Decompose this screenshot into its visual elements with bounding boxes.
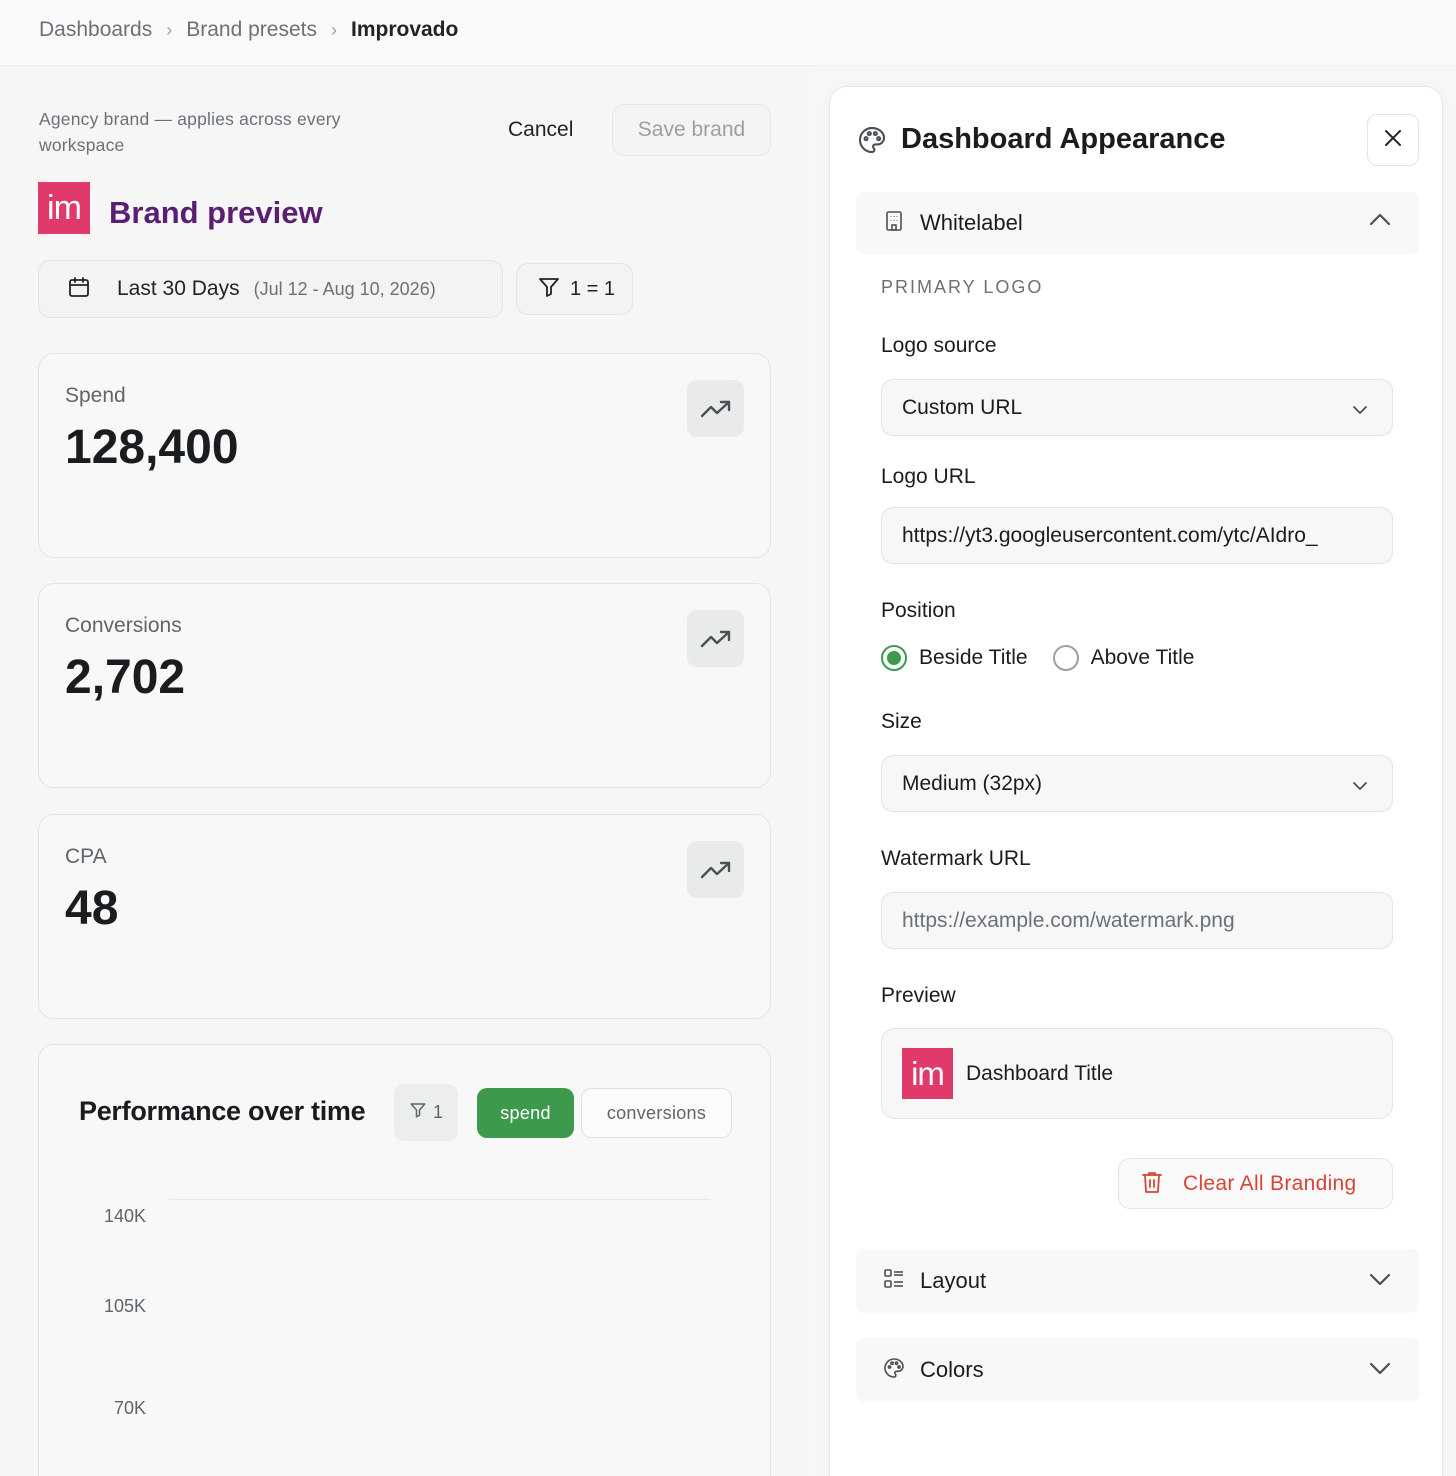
chart-filter-count: 1 [432, 1102, 443, 1122]
kpi-value: 48 [65, 882, 119, 935]
palette-icon [856, 124, 888, 161]
section-colors-label: Colors [920, 1357, 984, 1382]
trend-up-icon[interactable] [687, 841, 744, 898]
breadcrumb-current: Improvado [350, 18, 459, 41]
chart-gridline [169, 1199, 710, 1200]
primary-logo-heading: PRIMARY LOGO [881, 277, 1044, 297]
clear-all-branding-label: Clear All Branding [1183, 1171, 1357, 1195]
close-button[interactable] [1367, 114, 1419, 166]
section-layout-label: Layout [920, 1268, 987, 1293]
chevron-up-icon [1369, 212, 1391, 231]
y-tick-label: 140K [103, 1206, 146, 1226]
section-layout-header[interactable]: Layout [856, 1249, 1419, 1313]
calendar-icon [67, 275, 91, 304]
trend-up-icon[interactable] [687, 610, 744, 667]
breadcrumb: Dashboards › Brand presets › Improvado [39, 18, 458, 42]
kpi-label: Conversions [65, 614, 182, 637]
performance-chart-card: Performance over time 1 spend conversion… [38, 1044, 771, 1476]
chevron-right-icon: › [166, 19, 173, 40]
filter-label: 1 = 1 [570, 277, 616, 300]
size-select[interactable]: Medium (32px) [881, 755, 1393, 812]
kpi-label: Spend [65, 384, 126, 407]
trash-icon [1141, 1170, 1163, 1197]
logo-source-select[interactable]: Custom URL [881, 379, 1393, 436]
kpi-value: 128,400 [65, 421, 239, 474]
logo-source-value: Custom URL [902, 395, 1023, 419]
trend-up-icon[interactable] [687, 380, 744, 437]
chevron-down-icon [1352, 776, 1368, 800]
logo-source-label: Logo source [881, 334, 997, 357]
filter-icon [409, 1101, 427, 1124]
breadcrumb-brand-presets[interactable]: Brand presets [186, 18, 317, 42]
close-icon [1384, 129, 1402, 152]
palette-icon [882, 1356, 906, 1385]
breadcrumb-dashboards[interactable]: Dashboards [39, 18, 152, 42]
radio-above-title[interactable] [1052, 645, 1079, 671]
kpi-label: CPA [65, 845, 107, 868]
brand-editor: Agency brand — applies across every work… [0, 66, 810, 1476]
panel-title: Dashboard Appearance [901, 123, 1226, 155]
brand-title: Brand preview [109, 195, 323, 230]
series-toggle-spend[interactable]: spend [477, 1088, 574, 1138]
section-whitelabel-label: Whitelabel [920, 210, 1023, 235]
appearance-panel: Dashboard Appearance Whitelabel PRIMARY … [829, 86, 1443, 1476]
y-tick-label: 70K [113, 1398, 146, 1418]
radio-beside-title-label[interactable]: Beside Title [919, 646, 1028, 670]
chevron-down-icon [1369, 1273, 1391, 1292]
building-icon [882, 209, 906, 238]
logo-preview: im Dashboard Title [881, 1028, 1393, 1119]
chevron-right-icon: › [330, 19, 337, 40]
clear-all-branding-button[interactable]: Clear All Branding [1118, 1158, 1393, 1209]
date-range-dates: (Jul 12 - Aug 10, 2026) [253, 278, 436, 299]
section-whitelabel-header[interactable]: Whitelabel [856, 192, 1419, 254]
save-brand-button[interactable]: Save brand [612, 104, 771, 156]
section-colors-header[interactable]: Colors [856, 1338, 1419, 1402]
logo-url-input[interactable] [881, 507, 1393, 564]
date-range-label: Last 30 Days [117, 277, 240, 300]
radio-above-title-label[interactable]: Above Title [1091, 646, 1195, 670]
preview-logo: im [902, 1048, 953, 1099]
editor-subtitle: Agency brand — applies across every work… [39, 109, 341, 155]
position-radio-group: Beside Title Above Title [881, 645, 1194, 671]
series-toggle-conversions[interactable]: conversions [581, 1088, 732, 1138]
top-bar: Dashboards › Brand presets › Improvado [0, 0, 1456, 66]
brand-header: im Brand preview [38, 182, 323, 234]
watermark-url-input[interactable] [881, 892, 1393, 949]
size-label: Size [881, 710, 922, 733]
brand-logo: im [38, 182, 90, 234]
preview-label: Preview [881, 984, 956, 1007]
radio-beside-title[interactable] [881, 645, 907, 671]
filter-icon [537, 275, 561, 304]
kpi-card-conversions: Conversions 2,702 [38, 583, 771, 788]
preview-dashboard-title: Dashboard Title [966, 1061, 1114, 1085]
size-value: Medium (32px) [902, 771, 1043, 795]
kpi-card-spend: Spend 128,400 [38, 353, 771, 558]
logo-url-label: Logo URL [881, 465, 976, 488]
y-tick-label: 105K [103, 1296, 146, 1316]
chart-title: Performance over time [79, 1096, 366, 1126]
chart-filter-button[interactable]: 1 [394, 1084, 458, 1141]
watermark-url-label: Watermark URL [881, 847, 1031, 870]
filter-button[interactable]: 1 = 1 [516, 263, 633, 315]
chevron-down-icon [1369, 1362, 1391, 1381]
chevron-down-icon [1352, 400, 1368, 424]
layout-list-icon [882, 1267, 906, 1296]
position-label: Position [881, 599, 956, 622]
cancel-button[interactable]: Cancel [490, 104, 591, 156]
kpi-card-cpa: CPA 48 [38, 814, 771, 1019]
kpi-value: 2,702 [65, 651, 186, 704]
date-range-picker[interactable]: Last 30 Days (Jul 12 - Aug 10, 2026) [38, 260, 503, 318]
